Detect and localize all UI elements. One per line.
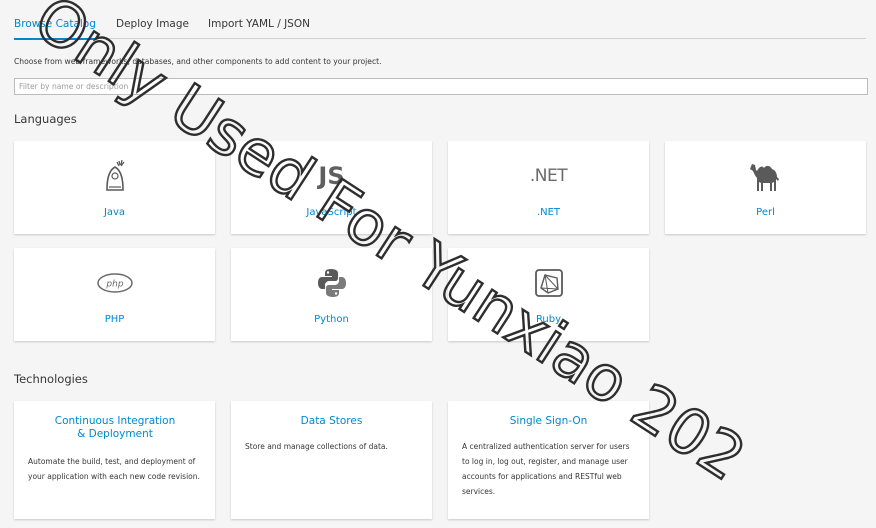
catalog-card-php[interactable]: php PHP: [14, 248, 215, 341]
js-icon: JS: [231, 159, 432, 193]
catalog-card-perl[interactable]: Perl: [665, 141, 866, 234]
tab-deploy-image[interactable]: Deploy Image: [116, 18, 189, 30]
dotnet-icon-text: .NET: [529, 166, 568, 186]
catalog-card-python[interactable]: Python: [231, 248, 432, 341]
card-description: A centralized authentication server for …: [462, 442, 630, 496]
catalog-card-ci-cd[interactable]: Continuous Integration & Deployment Auto…: [14, 401, 215, 519]
ruby-gem-icon: [448, 266, 649, 300]
card-description: Automate the build, test, and deployment…: [28, 457, 200, 481]
card-label: Java: [103, 207, 126, 218]
intro-text: Choose from web frameworks, databases, a…: [14, 57, 382, 66]
catalog-tabs: Browse Catalog Deploy Image Import YAML …: [14, 10, 866, 40]
card-title: Single Sign-On: [509, 415, 588, 427]
card-label: PHP: [104, 314, 125, 325]
catalog-card-java[interactable]: Java: [14, 141, 215, 234]
catalog-page: Browse Catalog Deploy Image Import YAML …: [0, 0, 876, 528]
card-title: Data Stores: [300, 415, 363, 427]
catalog-card-ruby[interactable]: Ruby: [448, 248, 649, 341]
card-title: Continuous Integration & Deployment: [54, 415, 176, 440]
php-icon: php: [14, 266, 215, 300]
python-icon: [231, 266, 432, 300]
java-duke-icon: [14, 159, 215, 193]
card-label: .NET: [536, 207, 561, 218]
technologies-heading: Technologies: [14, 372, 88, 386]
catalog-card-data-stores[interactable]: Data Stores Store and manage collections…: [231, 401, 432, 519]
tab-import-yaml-json[interactable]: Import YAML / JSON: [208, 18, 310, 30]
camel-icon: [665, 159, 866, 193]
catalog-card-single-sign-on[interactable]: Single Sign-On A centralized authenticat…: [448, 401, 649, 519]
languages-heading: Languages: [14, 112, 77, 126]
card-label: Python: [314, 314, 349, 325]
catalog-card-dotnet[interactable]: .NET .NET: [448, 141, 649, 234]
tab-browse-catalog[interactable]: Browse Catalog: [14, 18, 96, 40]
card-label: JavaScript: [306, 207, 357, 218]
filter-input[interactable]: [14, 78, 868, 95]
card-description: Store and manage collections of data.: [245, 442, 388, 451]
js-icon-text: JS: [318, 162, 345, 190]
card-label: Perl: [756, 207, 775, 218]
php-icon-text: php: [105, 280, 123, 290]
card-label: Ruby: [535, 314, 562, 325]
catalog-card-javascript[interactable]: JS JavaScript: [231, 141, 432, 234]
dotnet-icon: .NET: [448, 159, 649, 193]
